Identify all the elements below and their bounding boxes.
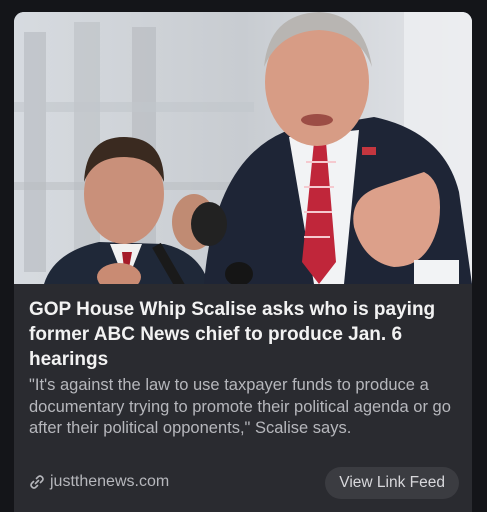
- link-icon: [29, 474, 45, 490]
- news-card[interactable]: GOP House Whip Scalise asks who is payin…: [14, 12, 472, 512]
- source-link[interactable]: justthenews.com: [29, 473, 169, 491]
- source-label: justthenews.com: [50, 473, 170, 490]
- card-footer: justthenews.com View Link Feed: [29, 467, 459, 501]
- article-headline[interactable]: GOP House Whip Scalise asks who is payin…: [29, 297, 459, 372]
- article-snippet: "It's against the law to use taxpayer fu…: [29, 376, 451, 437]
- article-image[interactable]: [14, 12, 472, 284]
- view-link-feed-button[interactable]: View Link Feed: [325, 467, 459, 499]
